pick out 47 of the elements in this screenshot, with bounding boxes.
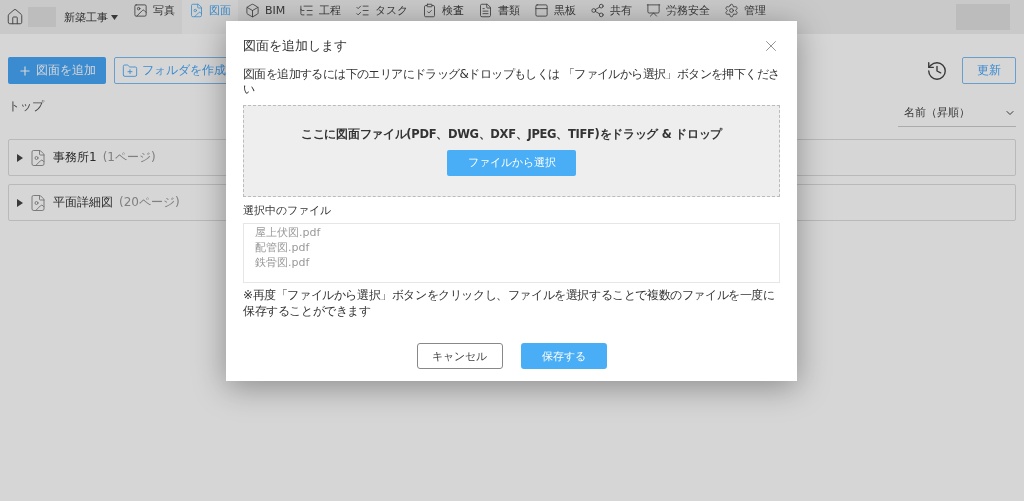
share-icon	[590, 3, 606, 18]
nav-tab[interactable]: 検査	[415, 0, 472, 34]
drop-zone-text: ここに図面ファイル(PDF、DWG、DXF、JPEG、TIFF)をドラッグ & ドロップ	[301, 126, 722, 142]
nav-tab[interactable]: 書類	[471, 0, 528, 34]
nav-tab[interactable]: 黒板	[527, 0, 584, 34]
selected-files-label: 選択中のファイル	[243, 203, 332, 218]
nav-tab[interactable]: 労務安全	[639, 0, 718, 34]
file-name: 屋上伏図.pdf	[255, 225, 322, 240]
nav-tab[interactable]: 管理	[717, 0, 774, 34]
plus-icon	[18, 63, 32, 78]
page-count: (20ページ)	[119, 194, 180, 211]
settings-icon	[724, 3, 740, 18]
breadcrumb[interactable]: トップ	[8, 99, 44, 113]
drop-zone[interactable]: ここに図面ファイル(PDF、DWG、DXF、JPEG、TIFF)をドラッグ & ドロップ ファイルから選択	[243, 105, 780, 197]
nav-tab[interactable]: タスク	[348, 0, 416, 34]
folder-name: 事務所1	[53, 149, 97, 166]
dialog-title: 図面を追加します	[243, 37, 347, 55]
checklist-icon	[355, 3, 371, 18]
history-icon[interactable]	[926, 59, 948, 82]
drawing-file-icon	[29, 193, 47, 212]
expand-icon[interactable]	[17, 153, 23, 162]
board-icon	[534, 3, 550, 18]
schedule-icon	[299, 3, 315, 18]
photo-icon	[133, 3, 148, 18]
file-name: 配管図.pdf	[255, 240, 311, 255]
drawing-file-icon	[29, 148, 47, 167]
document-icon	[478, 3, 494, 18]
clipboard-icon	[422, 3, 438, 18]
expand-icon[interactable]	[17, 198, 23, 207]
folder-plus-icon	[122, 62, 138, 79]
easel-icon	[646, 3, 662, 18]
cube-icon	[245, 3, 260, 18]
folder-name: 平面詳細図	[53, 194, 113, 211]
sort-dropdown[interactable]: 名前（昇順）	[898, 101, 1016, 127]
home-icon[interactable]	[6, 8, 24, 26]
nav-tab[interactable]: 工程	[292, 0, 349, 34]
note-text: ※再度「ファイルから選択」ボタンをクリックし、ファイルを選択することで複数のファイルを一度に保存することができます	[243, 287, 776, 319]
nav-tab[interactable]: 写真	[126, 0, 182, 34]
file-name: 鉄骨図.pdf	[255, 255, 311, 270]
caret-icon	[111, 14, 118, 20]
cancel-button[interactable]: キャンセル	[416, 343, 503, 369]
project-selector[interactable]: 新築工事	[64, 9, 118, 25]
page-count: (1ページ)	[102, 149, 156, 166]
nav-tab[interactable]: 共有	[583, 0, 640, 34]
nav-tab[interactable]: BIM	[238, 0, 293, 34]
instruction-text: 図面を追加するには下のエリアにドラッグ&ドロップもしくは 「ファイルから選択」ボタンを押下ください	[243, 67, 780, 97]
drawing-icon	[189, 3, 204, 18]
